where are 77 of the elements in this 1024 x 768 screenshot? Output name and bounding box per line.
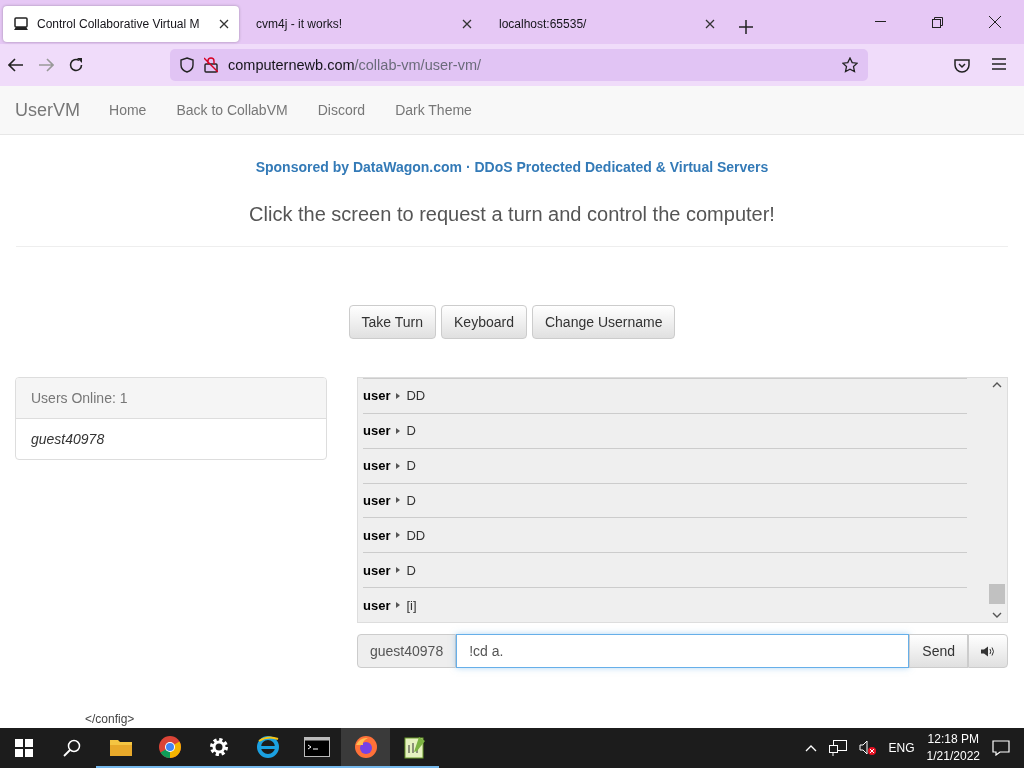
action-button[interactable]: Change Username [531,305,676,339]
minimize-icon[interactable] [875,21,886,23]
chrome-icon[interactable] [157,735,182,759]
triangle-icon [396,532,401,539]
triangle-icon [396,602,401,609]
shield-icon[interactable] [180,57,194,73]
folder-icon[interactable] [108,737,133,757]
computer-icon [13,16,29,32]
url-text: computernewb.com/collab-vm/user-vm/ [228,57,482,73]
chat-message: D [406,458,416,474]
users-heading: Users Online: 1 [31,390,128,406]
chevron-up-icon[interactable] [804,744,817,752]
settings-icon[interactable] [207,736,230,758]
chat-message: D [406,423,416,439]
star-icon[interactable] [842,57,858,73]
browser-tab[interactable]: cvm4j - it works! [246,6,482,42]
action-button[interactable]: Take Turn [348,305,436,339]
scrollbar-thumb[interactable] [989,584,1005,604]
sound-button[interactable] [968,634,1008,668]
new-tab-icon[interactable] [739,20,753,34]
network-icon[interactable] [828,740,847,756]
firefox-icon[interactable] [353,735,378,759]
browser-tab[interactable]: localhost:65535/ [489,6,725,42]
triangle-icon [396,567,401,574]
chat-username: user [363,458,391,474]
browser-tab[interactable]: Control Collaborative Virtual M [3,6,239,42]
headline: Click the screen to request a turn and control the computer! [249,203,775,225]
chat-message: DD [406,388,426,404]
site-brand[interactable]: UserVM [15,99,80,121]
action-button[interactable]: Keyboard [441,305,527,339]
close-icon[interactable] [462,19,472,29]
sponsor-link[interactable]: Sponsored by DataWagon.com · DDoS Protected Dedicated & Virtual Servers [255,159,769,175]
language-indicator[interactable]: ENG [888,741,915,755]
muted-speaker-icon[interactable] [858,740,877,756]
username-label: guest40978 [357,634,457,668]
close-icon[interactable] [219,19,229,29]
speaker-icon [981,645,995,657]
notepad-icon[interactable] [402,735,427,759]
desktop-text: </config> [85,712,135,726]
scroll-down-icon[interactable] [992,612,1002,618]
restore-icon[interactable] [932,16,943,28]
globe-e-icon[interactable] [255,735,280,759]
chat-username: user [363,423,391,439]
triangle-icon [396,427,401,434]
chat-message: DD [406,527,426,543]
nav-link[interactable]: Home [94,102,162,118]
close-icon[interactable] [705,19,715,29]
notification-icon[interactable] [992,740,1010,756]
chat-username: user [363,527,391,543]
menu-icon[interactable] [992,57,1006,70]
chat-username: user [363,562,391,578]
clock[interactable]: 12:18 PM 1/21/2022 [926,731,980,765]
chat-username: user [363,597,391,613]
close-icon[interactable] [989,16,1001,28]
search-icon[interactable] [63,739,81,757]
address-bar[interactable]: computernewb.com/collab-vm/user-vm/ [170,49,868,81]
chat-message: D [406,562,416,578]
chat-message: [i] [406,597,417,613]
nav-link[interactable]: Dark Theme [380,102,487,118]
terminal-icon[interactable] [303,737,330,757]
lock-icon[interactable] [204,57,218,73]
send-button[interactable]: Send [909,634,968,668]
scroll-up-icon[interactable] [992,382,1002,388]
chat-input[interactable]: !cd a. [456,634,910,668]
chat-username: user [363,493,391,508]
user-name: guest40978 [30,430,106,449]
triangle-icon [396,462,401,469]
reload-icon[interactable] [68,57,84,73]
windows-logo-icon[interactable] [15,739,33,757]
back-icon[interactable] [8,58,24,72]
triangle-icon [396,392,401,399]
nav-link[interactable]: Discord [302,102,381,118]
pocket-icon[interactable] [954,57,970,73]
triangle-icon [396,497,401,504]
nav-link[interactable]: Back to CollabVM [161,102,303,118]
chat-message: D [406,493,416,508]
chat-username: user [363,388,391,404]
